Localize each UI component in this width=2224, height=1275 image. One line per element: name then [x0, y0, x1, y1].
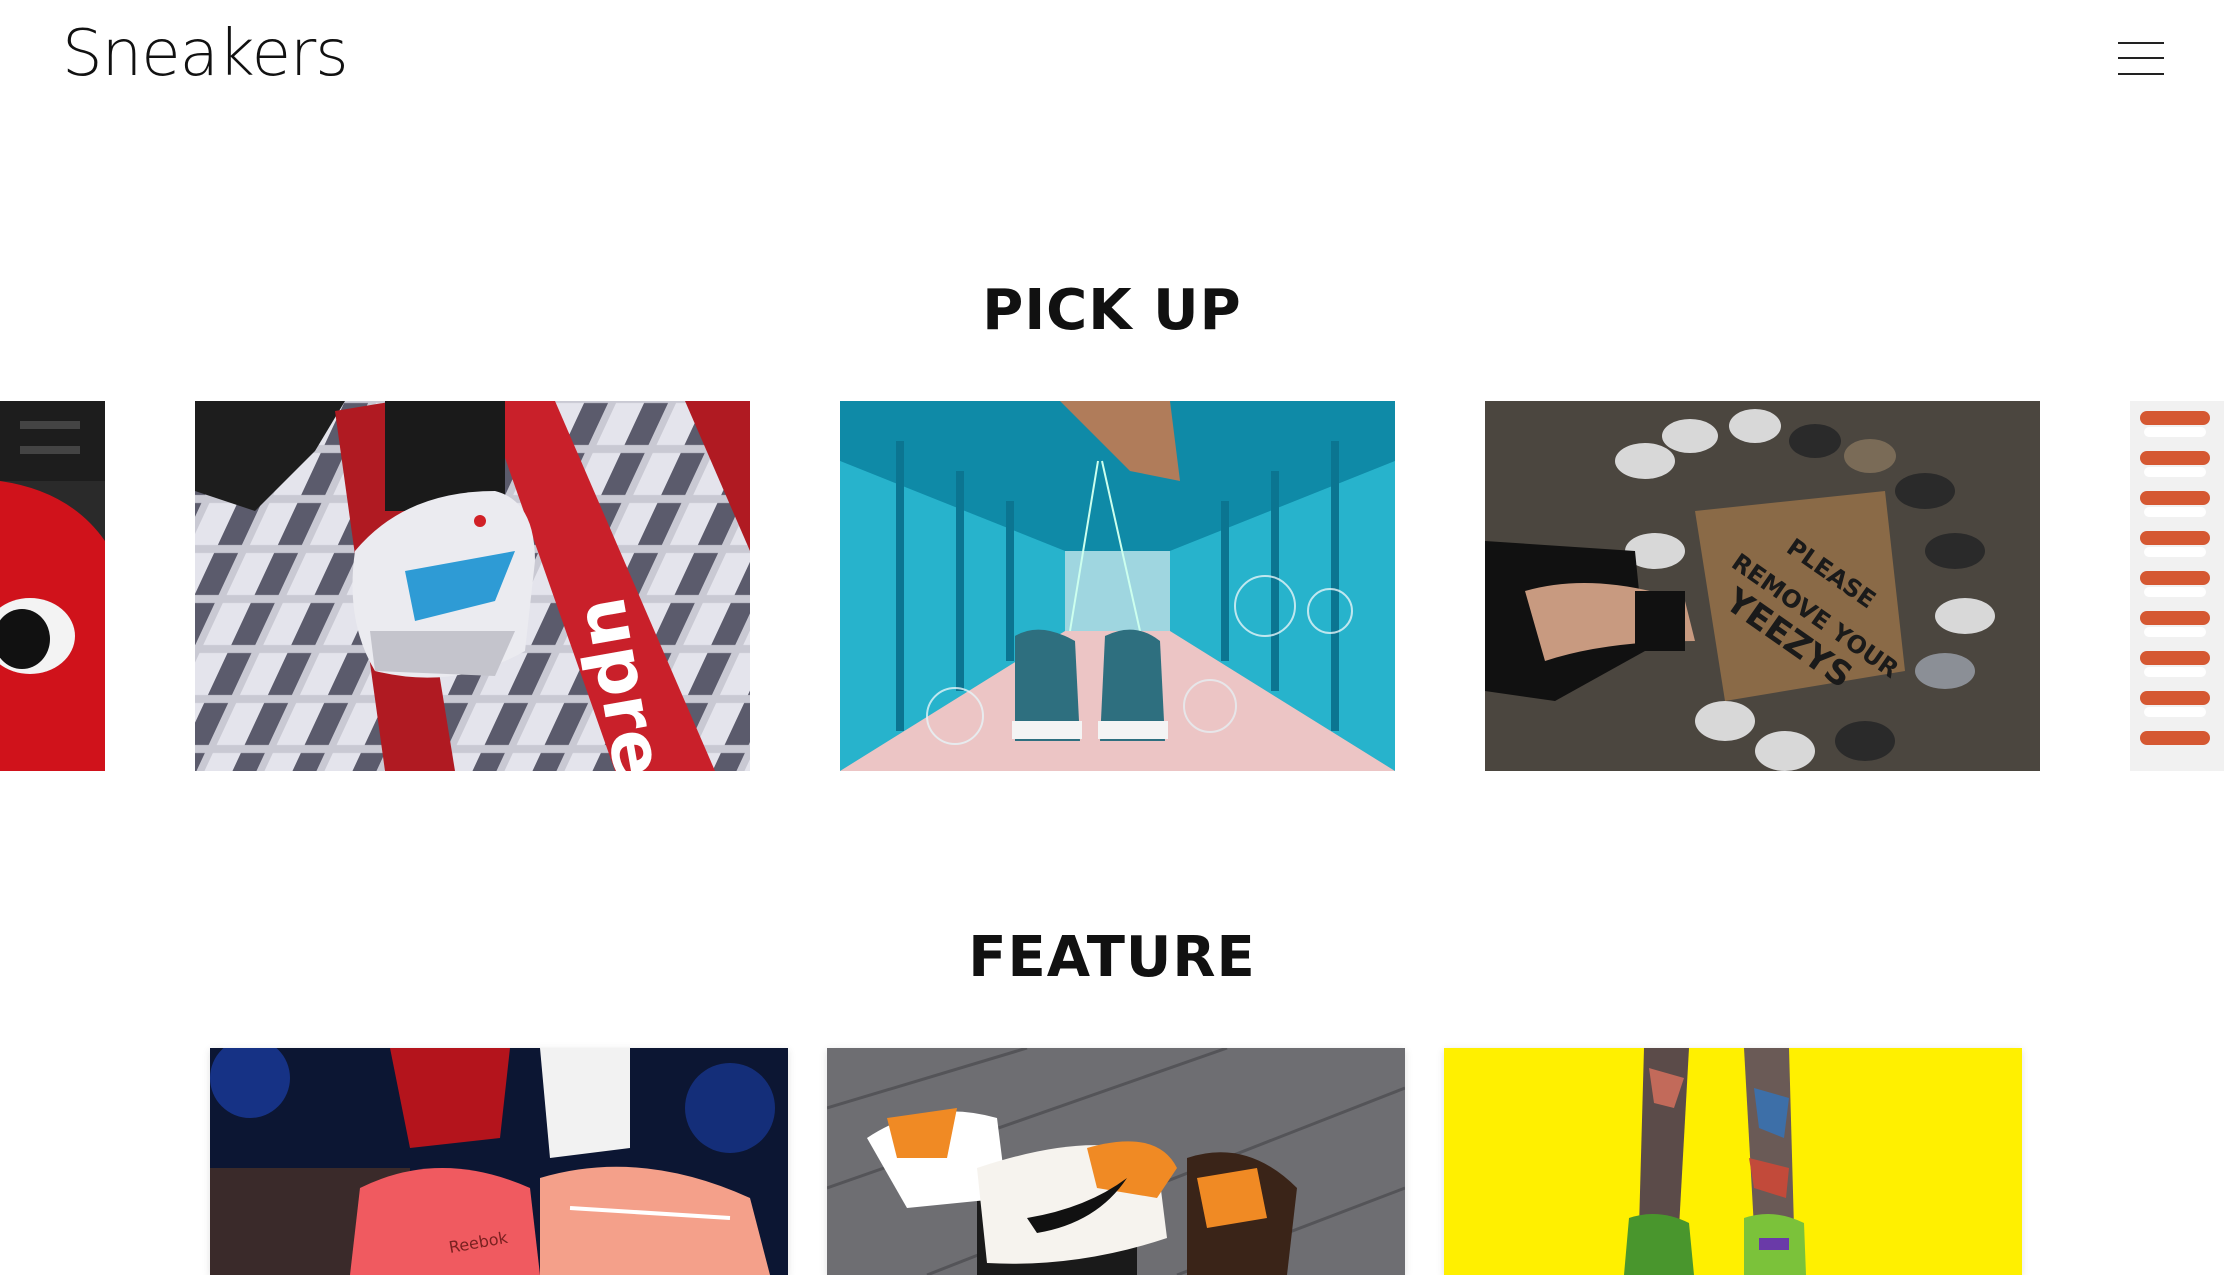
- menu-line: [2118, 73, 2164, 75]
- pickup-section-title: PICK UP: [982, 278, 1242, 343]
- slide-sneakers-bubbles-bridge[interactable]: [840, 401, 1395, 771]
- slide-sneaker-rows[interactable]: [2130, 401, 2224, 771]
- slide-yeezys-doormat[interactable]: PLEASE REMOVE YOUR YEEZYS: [1485, 401, 2040, 771]
- slide-supreme-sneaker[interactable]: upre: [195, 401, 750, 771]
- menu-line: [2118, 42, 2164, 44]
- card-yellow-legs[interactable]: [1444, 1048, 2022, 1275]
- slide-image: PLEASE REMOVE YOUR YEEZYS: [1485, 401, 2040, 771]
- card-orange-jordans[interactable]: [827, 1048, 1405, 1275]
- slide-image: [2130, 401, 2224, 771]
- card-image: [827, 1048, 1405, 1275]
- card-image: [1444, 1048, 2022, 1275]
- slide-image: [0, 401, 105, 771]
- feature-section-title: FEATURE: [968, 925, 1256, 990]
- card-image: Reebok: [210, 1048, 788, 1275]
- site-header: Sneakers: [0, 0, 2224, 130]
- slide-image: [840, 401, 1395, 771]
- site-logo[interactable]: Sneakers: [62, 22, 349, 86]
- hamburger-menu-icon[interactable]: [2118, 40, 2164, 80]
- card-red-sneakers[interactable]: Reebok: [210, 1048, 788, 1275]
- slide-image: upre: [195, 401, 750, 771]
- menu-line: [2118, 57, 2164, 59]
- slide-red-character[interactable]: [0, 401, 105, 771]
